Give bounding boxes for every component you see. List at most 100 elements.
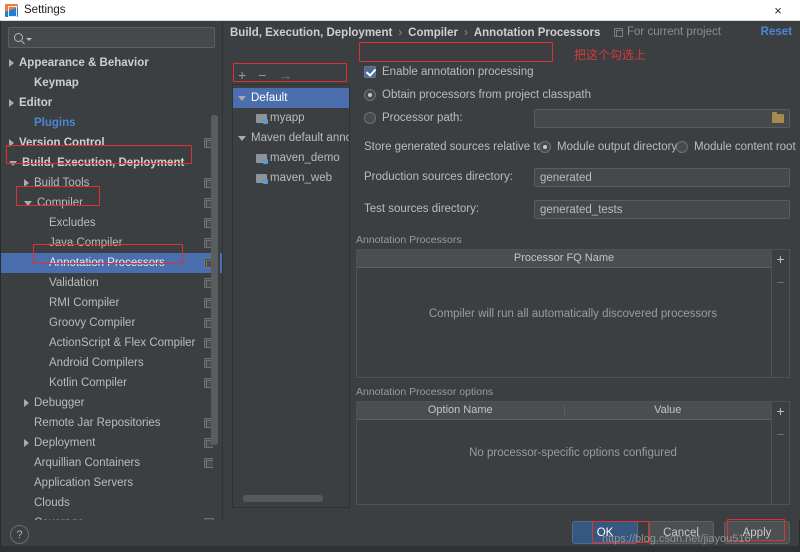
sidebar-item-label: Excludes xyxy=(49,217,96,229)
chevron-right-icon[interactable] xyxy=(9,59,14,67)
options-table: Option Name Value No processor-specific … xyxy=(356,401,790,505)
chevron-right-icon[interactable] xyxy=(9,99,14,107)
sidebar-item-editor[interactable]: Editor xyxy=(1,93,222,113)
search-container xyxy=(1,21,222,51)
sidebar-item-java-compiler[interactable]: Java Compiler xyxy=(1,233,222,253)
options-table-header: Option Name Value xyxy=(357,402,789,420)
processors-column-fqname[interactable]: Processor FQ Name xyxy=(357,253,771,264)
sidebar-item-label: Clouds xyxy=(34,497,70,509)
options-column-value[interactable]: Value xyxy=(565,405,772,416)
obtain-from-classpath-row[interactable]: Obtain processors from project classpath xyxy=(364,89,591,101)
search-box[interactable] xyxy=(8,27,215,48)
profile-item[interactable]: myapp xyxy=(233,108,349,128)
sidebar-item-keymap[interactable]: Keymap xyxy=(1,73,222,93)
module-output-directory-radio[interactable] xyxy=(539,141,551,153)
profile-item[interactable]: maven_demo xyxy=(233,148,349,168)
processor-path-field[interactable] xyxy=(534,109,790,128)
sidebar-item-build-tools[interactable]: Build Tools xyxy=(1,173,222,193)
processor-path-radio[interactable] xyxy=(364,112,376,124)
sidebar-item-excludes[interactable]: Excludes xyxy=(1,213,222,233)
profile-item-label: Default xyxy=(251,92,287,104)
sidebar-item-label: Appearance & Behavior xyxy=(19,57,149,69)
sidebar-item-annotation-processors[interactable]: Annotation Processors xyxy=(1,253,222,273)
bottom-strip xyxy=(0,546,800,552)
sidebar-item-android-compilers[interactable]: Android Compilers xyxy=(1,353,222,373)
profiles-tree: Default myappMaven default annotamaven_de… xyxy=(233,85,349,188)
sidebar-item-clouds[interactable]: Clouds xyxy=(1,493,222,513)
sidebar-item-version-control[interactable]: Version Control xyxy=(1,133,222,153)
sidebar-item-plugins[interactable]: Plugins xyxy=(1,113,222,133)
add-processor-icon[interactable]: + xyxy=(776,252,784,266)
breadcrumb-item[interactable]: Annotation Processors xyxy=(474,27,601,39)
remove-processor-icon[interactable]: − xyxy=(776,275,784,289)
enable-annotation-processing-checkbox[interactable] xyxy=(364,66,376,78)
sidebar-item-groovy-compiler[interactable]: Groovy Compiler xyxy=(1,313,222,333)
processors-table: Processor FQ Name Compiler will run all … xyxy=(356,249,790,378)
module-icon xyxy=(256,154,267,163)
profile-item[interactable]: Maven default annota xyxy=(233,128,349,148)
sidebar-item-compiler[interactable]: Compiler xyxy=(1,193,222,213)
sidebar-item-label: RMI Compiler xyxy=(49,297,119,309)
chevron-right-icon[interactable] xyxy=(24,399,29,407)
chevron-down-icon[interactable] xyxy=(238,96,246,101)
breadcrumb-item[interactable]: Build, Execution, Deployment xyxy=(230,27,392,39)
enable-annotation-processing-row[interactable]: Enable annotation processing xyxy=(364,66,534,78)
store-module-content-row[interactable]: Module content root xyxy=(676,141,796,153)
module-content-root-radio[interactable] xyxy=(676,141,688,153)
sidebar-item-kotlin-compiler[interactable]: Kotlin Compiler xyxy=(1,373,222,393)
options-column-name[interactable]: Option Name xyxy=(357,405,565,416)
reset-link[interactable]: Reset xyxy=(761,26,792,38)
sidebar-item-coverage[interactable]: Coverage xyxy=(1,513,222,520)
sidebar-scrollbar-track[interactable] xyxy=(213,55,220,495)
test-sources-field[interactable]: generated_tests xyxy=(534,200,790,219)
sidebar-item-remote-jar-repositories[interactable]: Remote Jar Repositories xyxy=(1,413,222,433)
production-sources-field[interactable]: generated xyxy=(534,168,790,187)
add-profile-icon[interactable]: + xyxy=(238,68,246,82)
search-input[interactable] xyxy=(32,31,209,45)
obtain-from-classpath-radio[interactable] xyxy=(364,89,376,101)
sidebar-item-debugger[interactable]: Debugger xyxy=(1,393,222,413)
store-module-output-row[interactable]: Module output directory xyxy=(539,141,677,153)
search-icon xyxy=(14,33,23,42)
breadcrumb-item[interactable]: Compiler xyxy=(408,27,458,39)
help-button[interactable]: ? xyxy=(10,525,29,544)
chevron-down-icon[interactable] xyxy=(9,161,17,166)
sidebar-item-validation[interactable]: Validation xyxy=(1,273,222,293)
ok-button[interactable]: OK xyxy=(572,521,638,544)
remove-profile-icon[interactable]: − xyxy=(258,68,266,82)
options-table-side-toolbar: + − xyxy=(771,402,789,504)
sidebar-item-label: Arquillian Containers xyxy=(34,457,140,469)
dialog-buttons: OK Cancel Apply xyxy=(572,521,790,544)
profile-item[interactable]: Default xyxy=(233,88,349,108)
dialog-body: Appearance & Behavior KeymapEditorPlugins… xyxy=(0,21,800,552)
sidebar-item-appearance-behavior[interactable]: Appearance & Behavior xyxy=(1,53,222,73)
sidebar-item-build-execution-deployment[interactable]: Build, Execution, Deployment xyxy=(1,153,222,173)
sidebar-scrollbar-thumb[interactable] xyxy=(211,115,218,445)
sidebar-item-actionscript-flex-compiler[interactable]: ActionScript & Flex Compiler xyxy=(1,333,222,353)
sidebar-item-label: Debugger xyxy=(34,397,85,409)
sidebar-item-label: Java Compiler xyxy=(49,237,123,249)
folder-icon[interactable] xyxy=(772,114,784,123)
module-icon xyxy=(256,174,267,183)
chevron-down-icon[interactable] xyxy=(238,136,246,141)
sidebar-item-deployment[interactable]: Deployment xyxy=(1,433,222,453)
sidebar-item-arquillian-containers[interactable]: Arquillian Containers xyxy=(1,453,222,473)
add-option-icon[interactable]: + xyxy=(776,404,784,418)
sidebar-item-label: Coverage xyxy=(34,517,84,520)
chevron-right-icon[interactable] xyxy=(24,439,29,447)
chevron-right-icon[interactable] xyxy=(24,179,29,187)
move-to-profile-icon[interactable]: → xyxy=(278,68,292,82)
apply-button[interactable]: Apply xyxy=(724,521,790,544)
processor-path-row[interactable]: Processor path: xyxy=(364,112,463,124)
close-icon[interactable]: × xyxy=(756,0,800,21)
profile-item[interactable]: maven_web xyxy=(233,168,349,188)
sidebar-item-rmi-compiler[interactable]: RMI Compiler xyxy=(1,293,222,313)
annotation-processor-options-group-title: Annotation Processor options xyxy=(356,386,498,398)
remove-option-icon[interactable]: − xyxy=(776,427,784,441)
chevron-right-icon[interactable] xyxy=(9,139,14,147)
chevron-down-icon[interactable] xyxy=(24,201,32,206)
profiles-hscrollbar-thumb[interactable] xyxy=(243,495,323,502)
sidebar-item-application-servers[interactable]: Application Servers xyxy=(1,473,222,493)
test-sources-label-row: Test sources directory: xyxy=(364,203,479,215)
cancel-button[interactable]: Cancel xyxy=(648,521,714,544)
